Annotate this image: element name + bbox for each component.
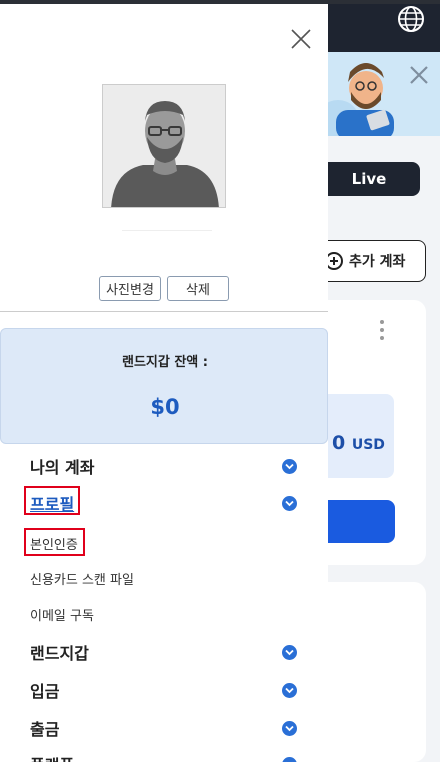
- wallet-balance-card: 랜드지갑 잔액 : $0: [0, 328, 328, 444]
- primary-action-button[interactable]: [318, 500, 395, 543]
- balance-value: 0 USD: [332, 432, 385, 454]
- name-underline: [122, 230, 212, 231]
- profile-photo-placeholder: [102, 84, 226, 208]
- chevron-down-icon[interactable]: [282, 645, 297, 660]
- menu-item-card-scan[interactable]: 신용카드 스캔 파일: [30, 569, 134, 588]
- avatar-icon: [103, 85, 225, 207]
- promo-banner[interactable]: [328, 52, 440, 136]
- side-drawer: 사진변경 삭제 랜드지갑 잔액 : $0 나의 계좌 프로필 본인인증 신용카드…: [0, 4, 328, 762]
- highlight-box-verification: [24, 528, 85, 556]
- highlight-box-profile: [24, 486, 80, 515]
- balance-currency: USD: [351, 437, 385, 453]
- delete-photo-button[interactable]: 삭제: [167, 276, 229, 301]
- chevron-down-icon[interactable]: [282, 757, 297, 762]
- balance-amount: 0: [332, 432, 346, 454]
- chevron-down-icon[interactable]: [282, 721, 297, 736]
- live-label: Live: [351, 170, 387, 188]
- add-account-label: 추가 계좌: [349, 254, 406, 270]
- menu-item-email-subscription[interactable]: 이메일 구독: [30, 605, 94, 624]
- delete-photo-label: 삭제: [186, 283, 210, 298]
- change-photo-label: 사진변경: [106, 283, 154, 298]
- wallet-balance-amount: $0: [150, 395, 180, 419]
- globe-icon[interactable]: [396, 4, 426, 34]
- wallet-balance-label: 랜드지갑 잔액 :: [121, 355, 208, 370]
- change-photo-button[interactable]: 사진변경: [99, 276, 161, 301]
- chevron-down-icon[interactable]: [282, 496, 297, 511]
- chevron-down-icon[interactable]: [282, 683, 297, 698]
- menu-item-deposit[interactable]: 입금: [30, 678, 59, 702]
- menu-item-withdraw[interactable]: 출금: [30, 716, 59, 740]
- menu-item-platform[interactable]: 플랫폼: [30, 752, 74, 762]
- section-divider: [0, 311, 328, 312]
- banner-close-icon[interactable]: [408, 64, 430, 86]
- chevron-down-icon[interactable]: [282, 459, 297, 474]
- more-options-icon[interactable]: [380, 320, 384, 342]
- menu-item-land-wallet[interactable]: 랜드지갑: [30, 640, 89, 664]
- drawer-close-icon[interactable]: [290, 28, 312, 50]
- menu-item-my-account[interactable]: 나의 계좌: [30, 454, 94, 478]
